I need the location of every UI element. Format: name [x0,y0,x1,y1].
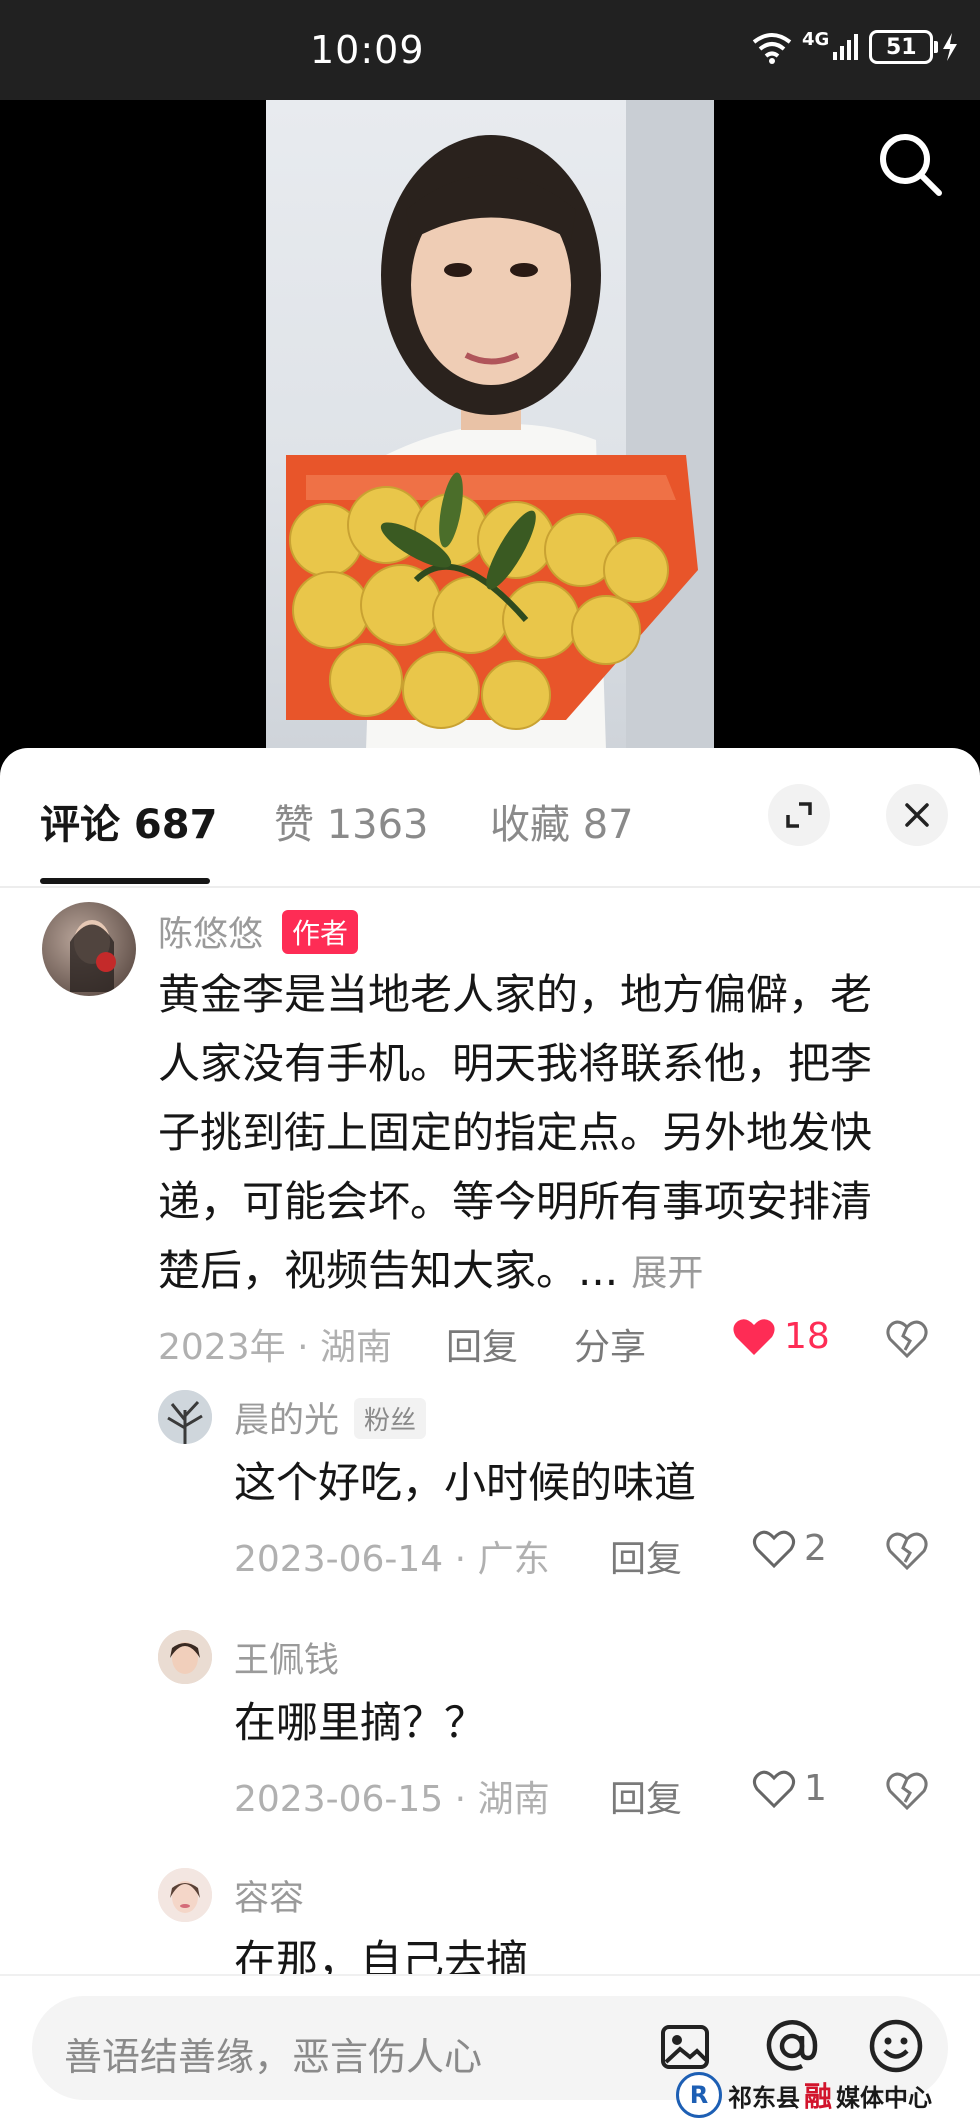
status-bar: 10:09 4G 51 [0,0,980,100]
avatar-image [158,1390,212,1444]
battery-indicator: 51 [869,30,939,64]
avatar[interactable] [42,902,136,996]
signal-icon [833,34,859,60]
video-thumbnail [286,100,714,750]
video-frame [266,100,714,750]
comment-item: 容容 在那，自己去摘 [0,1858,980,1985]
watermark-center: 媒体中心 [836,2083,933,2112]
comment-line-last: 楚后，视频告知大家。... 展开 [158,1236,938,1308]
tab-active-indicator [40,878,210,884]
comment-line: 人家没有手机。明天我将联系他，把李 [158,1039,873,1088]
avatar[interactable] [158,1868,212,1922]
heart-outline-icon [752,1770,796,1808]
comment-username[interactable]: 王佩钱 [234,1632,339,1683]
heart-filled-icon [733,1318,775,1355]
broken-heart-icon [886,1532,928,1571]
broken-heart-icon [886,1320,928,1359]
search-icon [880,134,942,196]
dislike-button[interactable] [886,1772,928,1814]
comment-item: 王佩钱 在哪里摘？？ 2023-06-15 · 湖南 回复 1 [0,1620,980,1846]
watermark-county: 祁东县 [728,2083,800,2112]
like-button[interactable]: 18 [732,1316,830,1357]
reply-button[interactable]: 回复 [610,1530,682,1582]
avatar[interactable] [158,1390,212,1444]
tab-favorites[interactable]: 收藏 87 [490,792,634,850]
charging-icon [943,33,958,61]
comment-line: 楚后，视频告知大家。... [158,1246,619,1295]
comment-username[interactable]: 容容 [234,1870,304,1921]
comment-item: 陈悠悠 作者 黄金李是当地老人家的，地方偏僻，老 人家没有手机。明天我将联系他，… [0,888,980,1408]
comment-username[interactable]: 晨的光 [234,1392,339,1443]
image-icon [661,2025,709,2069]
comment-username[interactable]: 陈悠悠 [158,906,263,957]
comment-meta: 2023年 · 湖南 [158,1327,392,1368]
network-type: 4G [802,28,830,50]
heart-outline-icon [752,1530,796,1568]
tab-likes[interactable]: 赞 1363 [274,792,429,850]
expand-icon [786,802,812,828]
like-button[interactable]: 2 [752,1528,827,1569]
comment-input-placeholder: 善语结善缘，恶言伤人心 [64,2035,483,2079]
tab-comments[interactable]: 评论 687 [40,792,217,850]
like-count: 1 [804,1768,827,1809]
reply-button[interactable]: 回复 [446,1318,518,1370]
dislike-button[interactable] [886,1320,928,1362]
expand-sheet-button[interactable] [768,784,830,846]
like-count: 2 [804,1528,827,1569]
comment-tabs: 评论 687 赞 1363 收藏 87 [0,748,980,888]
broken-heart-icon [886,1772,928,1811]
expand-link[interactable]: 展开 [631,1253,703,1294]
video-player[interactable] [0,100,980,750]
reply-button[interactable]: 回复 [610,1770,682,1822]
wifi-icon [752,33,792,64]
media-center-watermark: R 祁东县 融 媒体中心 [676,2068,980,2122]
dislike-button[interactable] [886,1532,928,1574]
share-button[interactable]: 分享 [574,1318,646,1370]
comment-meta: 2023-06-14 · 广东 [234,1539,550,1580]
emoji-icon [869,2019,923,2073]
avatar-image [158,1868,212,1922]
avatar[interactable] [158,1630,212,1684]
comment-line: 递，可能会坏。等今明所有事项安排清 [158,1177,873,1226]
comment-item: 晨的光 粉丝 这个好吃，小时候的味道 2023-06-14 · 广东 回复 2 [0,1380,980,1606]
avatar-image [158,1630,212,1684]
search-button[interactable] [876,130,946,204]
avatar-image [70,920,116,992]
status-icons: 4G 51 [750,28,959,64]
author-badge: 作者 [282,910,359,954]
close-button[interactable] [886,784,948,846]
comment-text: 在哪里摘？？ [234,1698,487,1747]
comment-text: 这个好吃，小时候的味道 [234,1458,697,1507]
close-icon [905,803,929,827]
like-count: 18 [784,1316,830,1357]
status-time: 10:09 [310,28,425,72]
comment-line: 黄金李是当地老人家的，地方偏僻，老 [158,970,873,1019]
comment-meta: 2023-06-15 · 湖南 [234,1779,550,1820]
comment-sheet: 评论 687 赞 1363 收藏 87 陈悠悠 作者 黄金李是当地老人家的，地方… [0,748,980,2122]
comment-line: 子挑到街上固定的指定点。另外地发快 [158,1108,873,1157]
watermark-logo-icon: R [676,2072,722,2118]
like-button[interactable]: 1 [752,1768,827,1809]
at-icon [766,2020,818,2071]
comment-text: 黄金李是当地老人家的，地方偏僻，老 人家没有手机。明天我将联系他，把李 子挑到街… [158,960,938,1308]
watermark-rong: 融 [804,2080,833,2113]
fan-badge: 粉丝 [354,1398,427,1439]
